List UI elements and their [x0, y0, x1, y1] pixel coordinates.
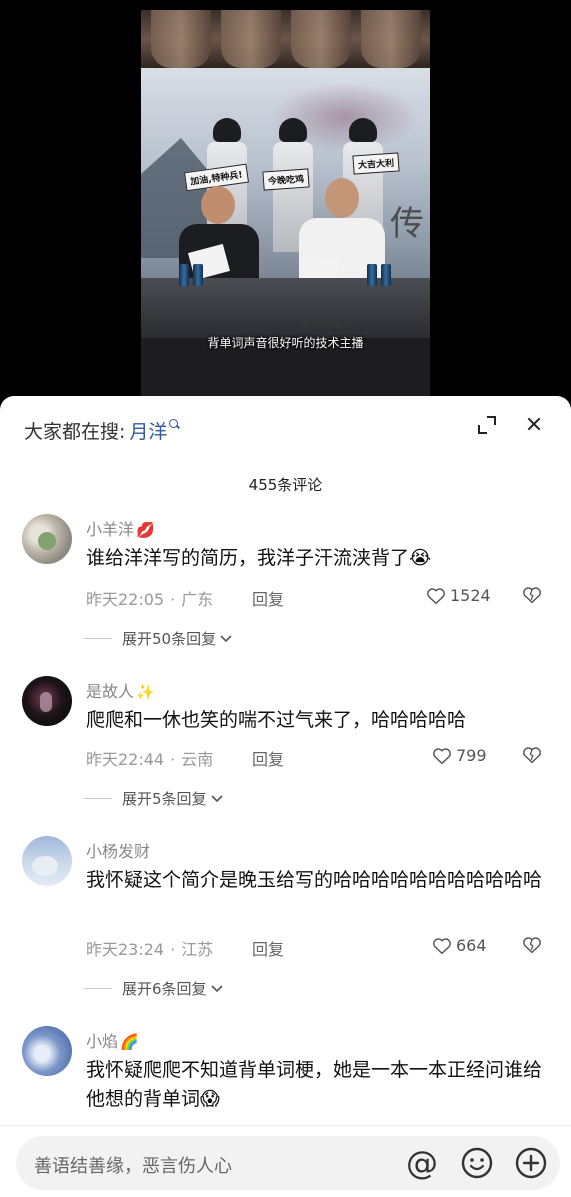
video-player[interactable]: 加油,特种兵! 今晚吃鸡 大吉大利 传 去末日私务 背单词声音很好听的技术主播	[0, 0, 571, 396]
video-frame[interactable]: 加油,特种兵! 今晚吃鸡 大吉大利 传 去末日私务 背单词声音很好听的技术主播	[141, 10, 430, 396]
video-sign: 大吉大利	[352, 152, 400, 175]
at-icon[interactable]: @	[404, 1145, 440, 1181]
comment-text[interactable]: 谁给洋洋写的简历，我洋子汗流浃背了😭	[86, 544, 548, 573]
trending-search-term[interactable]: 月洋	[129, 417, 167, 444]
like-button[interactable]: 664	[432, 936, 487, 955]
like-button[interactable]: 1524	[426, 586, 491, 605]
expand-replies-button[interactable]: 展开5条回复	[84, 788, 223, 809]
heart-icon	[433, 937, 451, 954]
trending-search-label: 大家都在搜:	[24, 420, 126, 443]
expand-replies-button[interactable]: 展开6条回复	[84, 978, 223, 999]
like-count: 1524	[450, 586, 491, 605]
comment-input-placeholder: 善语结善缘，恶言伤人心	[34, 1156, 232, 1177]
video-scene: 加油,特种兵! 今晚吃鸡 大吉大利 传	[141, 68, 430, 338]
dislike-icon[interactable]	[522, 746, 542, 764]
comment-text[interactable]: 爬爬和一休也笑的喘不过气来了，哈哈哈哈哈	[86, 706, 548, 735]
comment-username[interactable]: 是故人 ✨	[86, 678, 155, 702]
comment-item: 小杨发财 我怀疑这个简介是晚玉给写的哈哈哈哈哈哈哈哈哈哈哈 昨天23:24 · 江苏…	[0, 836, 571, 1006]
comment-meta: 昨天22:44 · 云南	[86, 750, 214, 769]
emoji-icon[interactable]	[460, 1146, 494, 1180]
comment-sheet: 大家都在搜: 月洋 455条评论 小羊洋 💋 谁给洋洋写的简历，我洋子汗流浃背了😭…	[0, 396, 571, 1197]
username-emoji: 💋	[136, 521, 155, 539]
comment-location: 江苏	[181, 940, 214, 959]
dislike-icon[interactable]	[522, 586, 542, 604]
chevron-down-icon	[210, 794, 223, 802]
video-subtitle: 背单词声音很好听的技术主播	[207, 336, 364, 350]
comment-time: 昨天22:44	[86, 750, 165, 769]
desk	[141, 264, 430, 338]
comment-input-bar: 善语结善缘，恶言伤人心 @	[0, 1125, 571, 1197]
comment-time: 昨天23:24	[86, 940, 165, 959]
username-emoji: 🌈	[120, 1033, 139, 1051]
video-top-scene	[141, 10, 430, 68]
comment-time: 昨天22:05	[86, 590, 165, 609]
reply-button[interactable]: 回复	[252, 936, 284, 960]
video-watermark: 去末日私务	[301, 320, 351, 331]
avatar[interactable]	[22, 514, 72, 564]
comment-username[interactable]: 小杨发财	[86, 838, 150, 862]
comment-input[interactable]: 善语结善缘，恶言伤人心 @	[16, 1136, 560, 1190]
trending-search[interactable]: 大家都在搜: 月洋	[24, 416, 181, 444]
comment-location: 云南	[181, 750, 214, 769]
comment-meta: 昨天22:05 · 广东	[86, 590, 214, 609]
avatar[interactable]	[22, 1026, 72, 1076]
avatar[interactable]	[22, 836, 72, 886]
expand-icon[interactable]	[476, 414, 498, 436]
search-icon	[169, 419, 181, 431]
expand-replies-button[interactable]: 展开50条回复	[84, 628, 232, 649]
like-count: 664	[456, 936, 487, 955]
username-emoji: ✨	[136, 683, 155, 701]
app-root: 加油,特种兵! 今晚吃鸡 大吉大利 传 去末日私务 背单词声音很好听的技术主播 …	[0, 0, 571, 1197]
chevron-down-icon	[210, 984, 223, 992]
comment-text[interactable]: 我怀疑爬爬不知道背单词梗，她是一本一本正经问谁给他想的背单词😱	[86, 1056, 548, 1114]
comment-username[interactable]: 小焰 🌈	[86, 1028, 139, 1052]
avatar[interactable]	[22, 676, 72, 726]
comment-item: 小焰 🌈 我怀疑爬爬不知道背单词梗，她是一本一本正经问谁给他想的背单词😱	[0, 1026, 571, 1126]
reply-button[interactable]: 回复	[252, 586, 284, 610]
dislike-icon[interactable]	[522, 936, 542, 954]
plus-icon[interactable]	[514, 1146, 548, 1180]
close-icon[interactable]	[522, 412, 546, 436]
comment-item: 小羊洋 💋 谁给洋洋写的简历，我洋子汗流浃背了😭 昨天22:05 · 广东 回复 15…	[0, 514, 571, 654]
comment-meta: 昨天23:24 · 江苏	[86, 940, 214, 959]
heart-icon	[433, 747, 451, 764]
reply-button[interactable]: 回复	[252, 746, 284, 770]
chevron-down-icon	[220, 634, 232, 642]
game-logo: 传	[390, 204, 424, 244]
comment-text[interactable]: 我怀疑这个简介是晚玉给写的哈哈哈哈哈哈哈哈哈哈哈	[86, 866, 548, 895]
comment-count: 455条评论	[248, 476, 323, 494]
heart-icon	[427, 587, 445, 604]
comment-location: 广东	[181, 590, 214, 609]
like-button[interactable]: 799	[432, 746, 487, 765]
comment-username[interactable]: 小羊洋 💋	[86, 516, 155, 540]
comment-item: 是故人 ✨ 爬爬和一休也笑的喘不过气来了，哈哈哈哈哈 昨天22:44 · 云南 回复 …	[0, 676, 571, 816]
like-count: 799	[456, 746, 487, 765]
